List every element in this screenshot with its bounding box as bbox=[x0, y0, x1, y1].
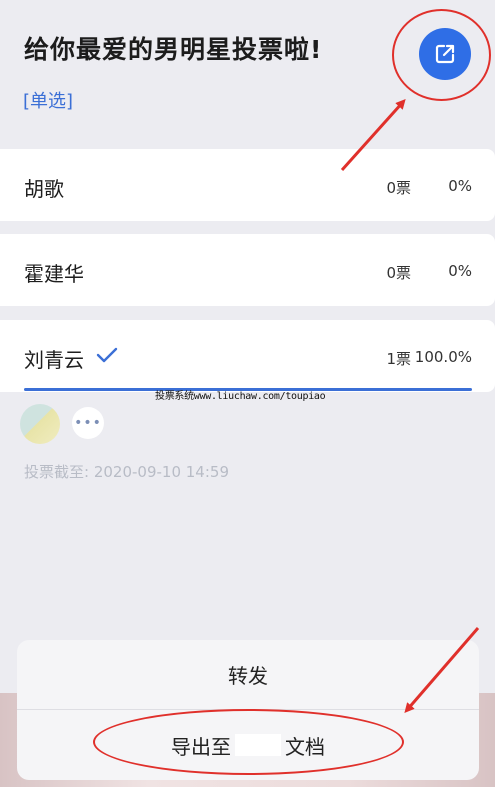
annotation-arrow-share bbox=[340, 99, 406, 172]
annotation-arrow-export bbox=[404, 627, 480, 714]
annotation-arrows bbox=[340, 99, 480, 714]
